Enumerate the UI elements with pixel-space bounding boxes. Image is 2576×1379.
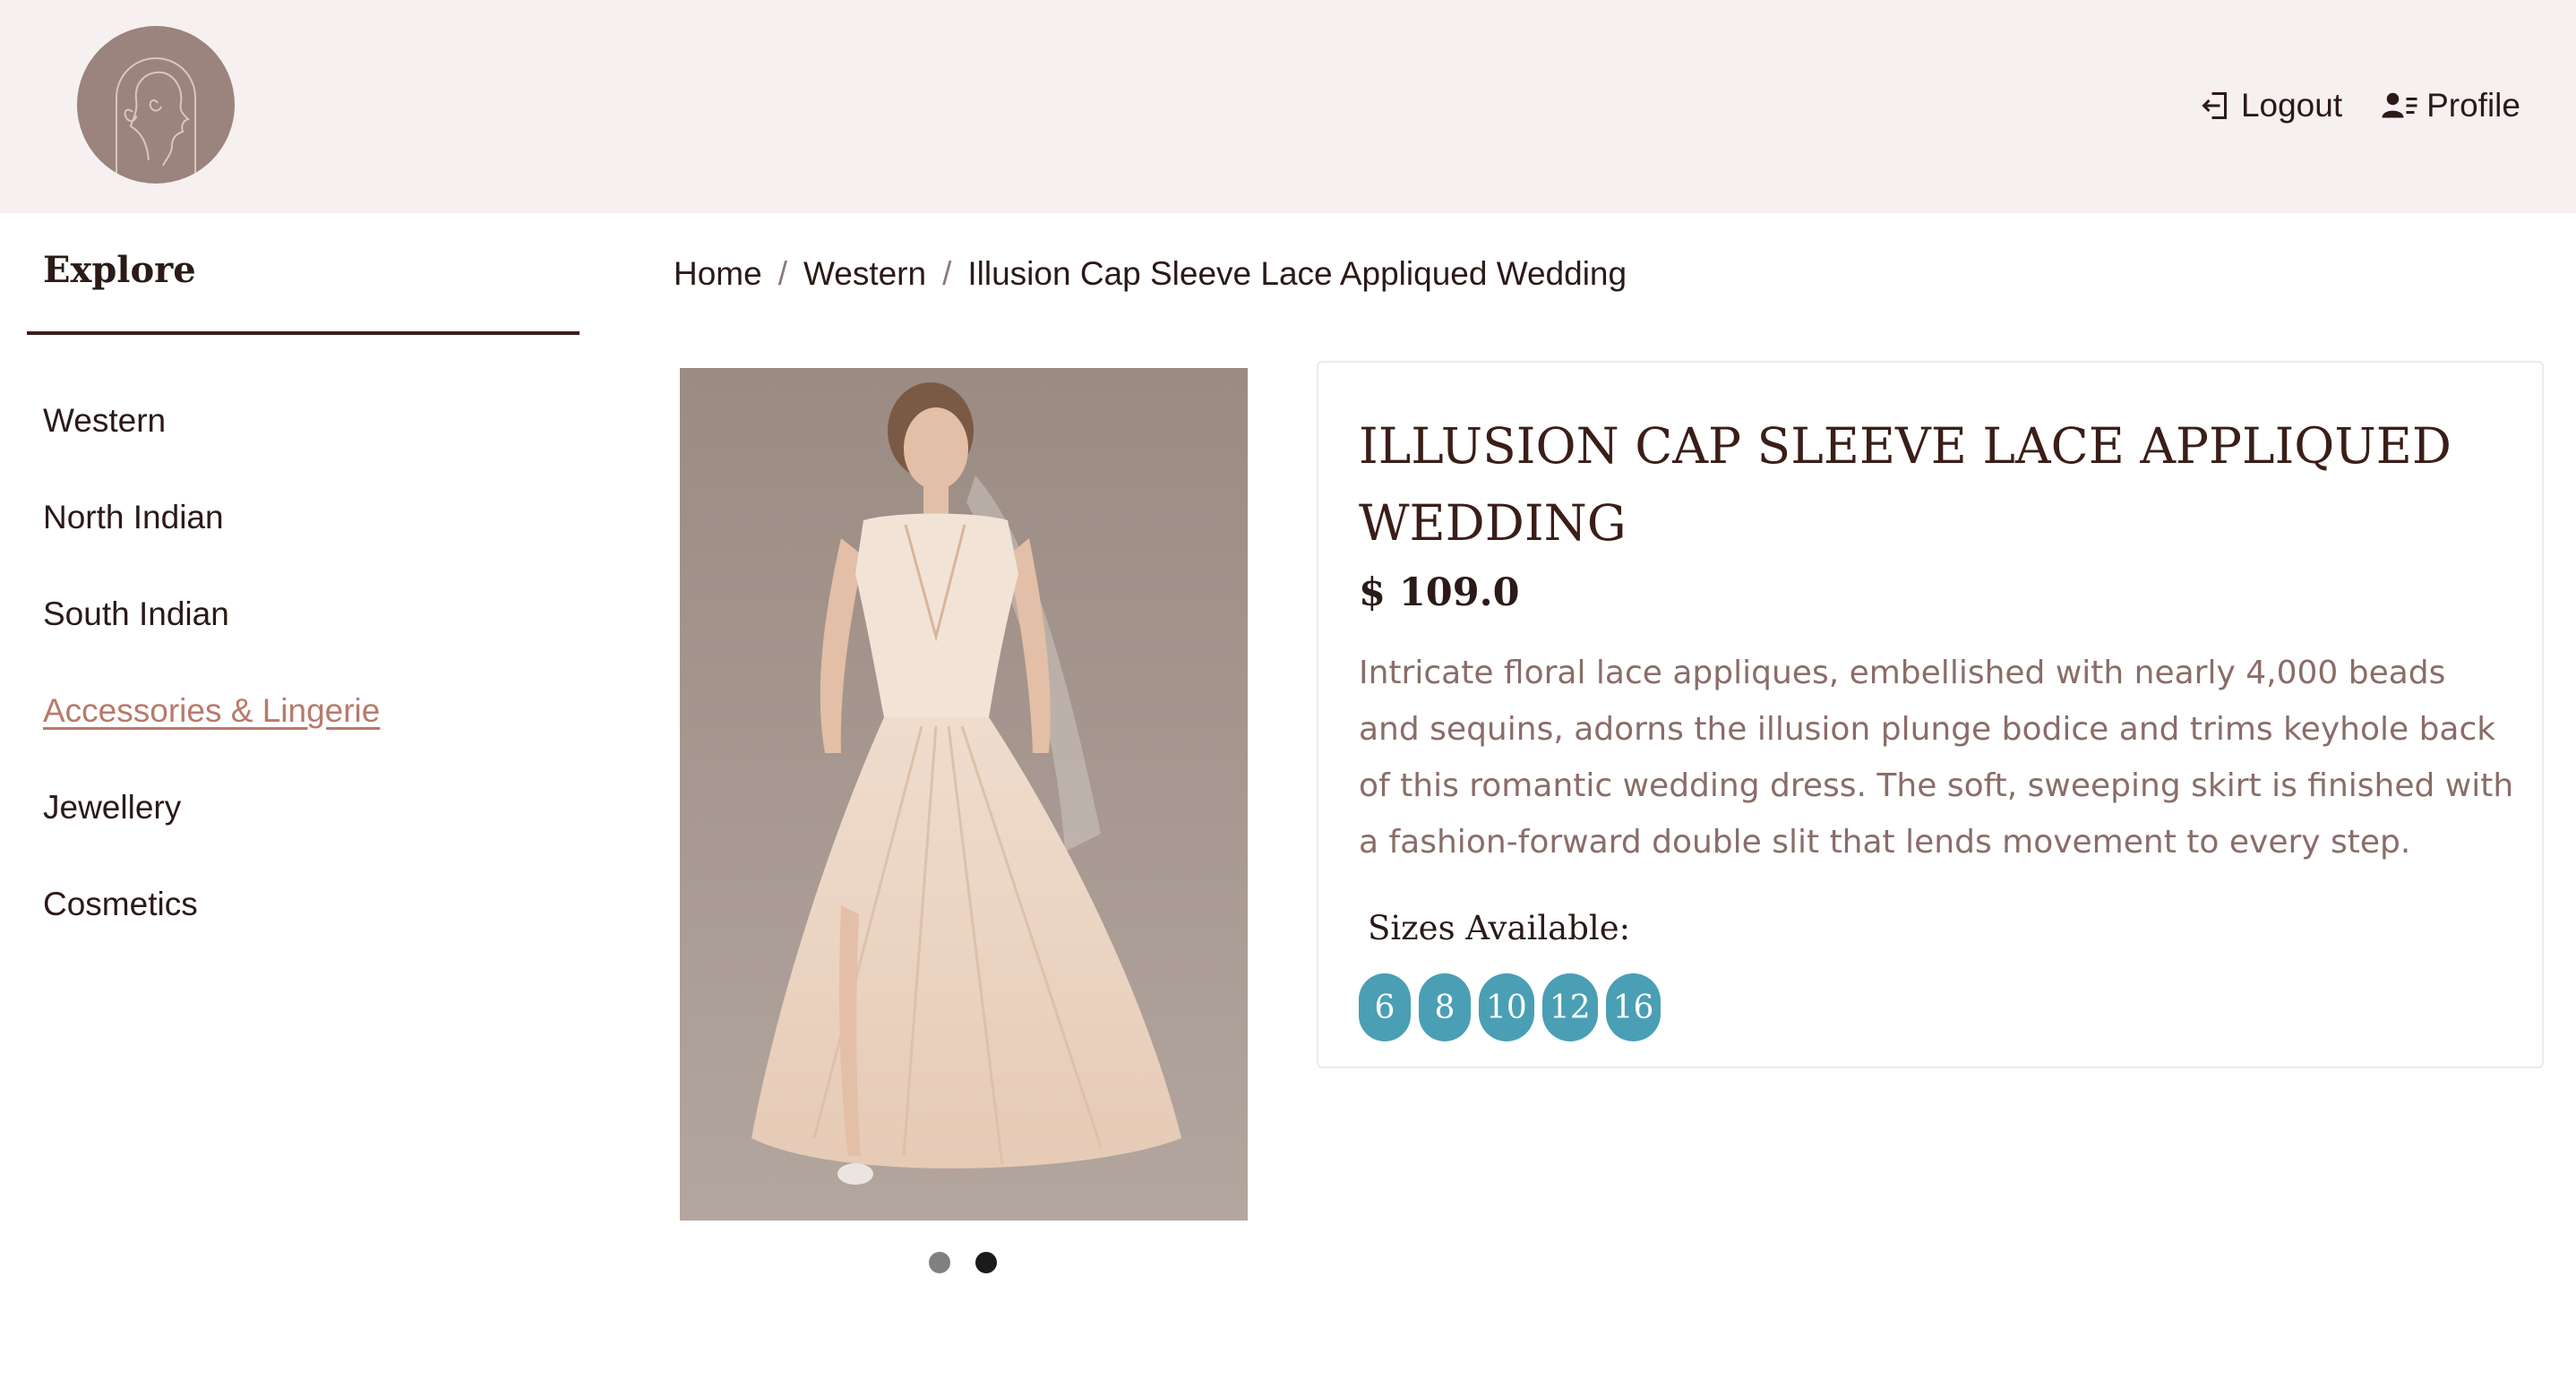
wedding-dress-photo: [680, 368, 1248, 1221]
sidebar-item-western[interactable]: Western: [43, 397, 380, 493]
sizes-label: Sizes Available:: [1368, 909, 1631, 947]
sidebar-item-accessories-lingerie[interactable]: Accessories & Lingerie: [43, 687, 380, 784]
header-nav: Logout Profile: [2200, 82, 2520, 129]
product-details-card: ILLUSION CAP SLEEVE LACE APPLIQUED WEDDI…: [1317, 361, 2544, 1068]
size-option-12[interactable]: 12: [1541, 973, 1598, 1041]
brand-logo[interactable]: [77, 26, 235, 184]
product-image[interactable]: [680, 368, 1248, 1221]
profile-label: Profile: [2426, 87, 2520, 124]
breadcrumb-current-product: Illusion Cap Sleeve Lace Appliqued Weddi…: [967, 255, 1627, 292]
sidebar-item-jewellery[interactable]: Jewellery: [43, 784, 380, 880]
top-header: Logout Profile: [0, 0, 2576, 213]
logout-link[interactable]: Logout: [2200, 87, 2342, 124]
logout-label: Logout: [2240, 87, 2343, 124]
breadcrumb-western[interactable]: Western: [803, 255, 926, 293]
size-options: 6 8 10 12 16: [1359, 973, 1662, 1041]
size-option-10[interactable]: 10: [1479, 973, 1534, 1041]
product-price: $ 109.0: [1359, 570, 1520, 615]
size-option-6[interactable]: 6: [1359, 973, 1411, 1041]
sidebar-item-cosmetics[interactable]: Cosmetics: [43, 880, 380, 977]
carousel-dot-2[interactable]: [975, 1252, 997, 1273]
category-list: Western North Indian South Indian Access…: [43, 397, 380, 977]
woman-profile-logo-icon: [116, 57, 196, 178]
breadcrumb-separator: /: [942, 255, 952, 292]
sidebar-divider: [27, 331, 580, 335]
breadcrumb-separator: /: [777, 255, 787, 292]
user-profile-icon: [2382, 92, 2417, 118]
breadcrumb: Home / Western / Illusion Cap Sleeve Lac…: [674, 255, 1627, 293]
sidebar-title: Explore: [43, 249, 196, 291]
size-option-8[interactable]: 8: [1419, 973, 1471, 1041]
carousel-indicators: [929, 1252, 997, 1273]
logout-icon: [2202, 92, 2227, 119]
product-description: Intricate floral lace appliques, embelli…: [1359, 655, 2514, 861]
profile-link[interactable]: Profile: [2382, 87, 2520, 124]
carousel-dot-1[interactable]: [929, 1252, 950, 1273]
size-option-16[interactable]: 16: [1605, 973, 1662, 1041]
breadcrumb-home[interactable]: Home: [674, 255, 762, 293]
product-title: ILLUSION CAP SLEEVE LACE APPLIQUED WEDDI…: [1359, 417, 2451, 552]
sidebar-item-south-indian[interactable]: South Indian: [43, 590, 380, 687]
sidebar-item-north-indian[interactable]: North Indian: [43, 493, 380, 590]
